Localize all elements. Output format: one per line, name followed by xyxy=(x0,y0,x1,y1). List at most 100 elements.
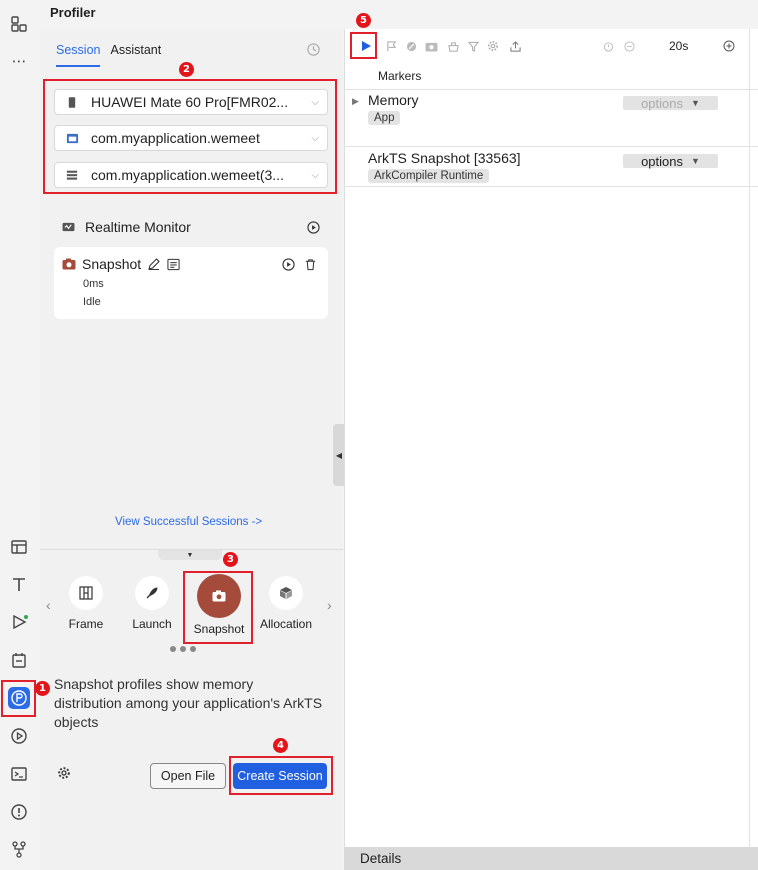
terminal-icon[interactable] xyxy=(8,763,30,785)
view-successful-sessions-link[interactable]: View Successful Sessions -> xyxy=(115,516,262,528)
create-session-button[interactable]: Create Session xyxy=(233,763,327,789)
time-scale-label: 20s xyxy=(669,39,689,53)
realtime-monitor-row[interactable]: Realtime Monitor xyxy=(62,219,320,235)
open-file-button[interactable]: Open File xyxy=(150,763,226,789)
snapshot-camera-icon xyxy=(62,258,76,270)
trash-icon[interactable] xyxy=(304,258,317,271)
text-tool-icon[interactable] xyxy=(8,573,30,595)
arkts-snapshot-track-chip: ArkCompiler Runtime xyxy=(368,169,490,183)
start-record-icon[interactable] xyxy=(282,258,295,271)
more-icon[interactable]: ⋯ xyxy=(8,50,30,72)
app-package-icon xyxy=(65,132,79,145)
realtime-monitor-label: Realtime Monitor xyxy=(85,219,191,235)
capture-icon[interactable] xyxy=(423,38,439,54)
cube-icon xyxy=(269,576,303,610)
calendar-icon[interactable] xyxy=(8,649,30,671)
device-select-value: HUAWEI Mate 60 Pro[FMR02... xyxy=(91,94,289,110)
device-select[interactable]: HUAWEI Mate 60 Pro[FMR02... ⌵ xyxy=(54,89,328,115)
edit-icon[interactable] xyxy=(147,257,161,271)
caret-down-icon: ▼ xyxy=(691,156,700,166)
process-select[interactable]: com.myapplication.wemeet(3... ⌵ xyxy=(54,162,328,188)
chevron-down-icon: ⌵ xyxy=(311,132,319,144)
problems-icon[interactable] xyxy=(8,801,30,823)
row-divider xyxy=(344,89,758,90)
timer-icon[interactable] xyxy=(600,38,616,54)
play-icon[interactable] xyxy=(358,38,374,54)
memory-options-label: options xyxy=(641,95,683,111)
tool-frame-label: Frame xyxy=(68,617,104,631)
history-icon[interactable] xyxy=(306,42,321,60)
process-icon xyxy=(65,169,79,181)
gc-icon[interactable] xyxy=(445,38,461,54)
scroll-left-icon[interactable]: ‹ xyxy=(46,597,51,613)
tool-launch-label: Launch xyxy=(132,617,172,631)
memory-track-name[interactable]: Memory xyxy=(368,92,419,108)
tool-snapshot-label: Snapshot xyxy=(193,622,245,636)
timeline-edge xyxy=(749,29,750,849)
window-title: Profiler xyxy=(50,5,96,20)
git-branch-icon[interactable] xyxy=(8,838,30,860)
tool-snapshot[interactable]: Snapshot xyxy=(187,574,251,636)
structure-icon[interactable] xyxy=(8,13,30,35)
details-label: Details xyxy=(360,851,402,866)
scroll-right-icon[interactable]: › xyxy=(327,597,332,613)
memory-track-chip: App xyxy=(368,111,401,125)
monitor-icon xyxy=(62,222,75,233)
gear-icon[interactable] xyxy=(57,766,71,783)
activity-rail: ⋯ xyxy=(0,0,40,870)
zoom-out-icon[interactable] xyxy=(621,38,637,54)
export-icon[interactable] xyxy=(507,38,523,54)
callout-badge-3: 3 xyxy=(223,552,238,567)
arkts-snapshot-track-name[interactable]: ArkTS Snapshot [33563] xyxy=(368,150,521,166)
row-divider xyxy=(344,186,758,187)
frame-icon xyxy=(69,576,103,610)
snapshot-session-card[interactable]: Snapshot 0ms Idle xyxy=(54,247,328,319)
tool-frame[interactable]: Frame xyxy=(54,576,118,631)
memory-options-dropdown[interactable]: options ▼ xyxy=(623,95,718,111)
rocket-icon xyxy=(135,576,169,610)
markers-label: Markers xyxy=(378,69,422,83)
snapshot-card-status: Idle xyxy=(83,296,101,308)
tab-assistant[interactable]: Assistant xyxy=(110,43,161,67)
settings-icon[interactable] xyxy=(485,38,501,54)
session-tabs: Session Assistant xyxy=(56,43,161,67)
filter-icon[interactable] xyxy=(465,38,481,54)
process-select-value: com.myapplication.wemeet(3... xyxy=(91,167,284,183)
caret-down-icon: ▼ xyxy=(691,98,700,108)
stop-icon[interactable] xyxy=(403,38,419,54)
zoom-in-icon[interactable] xyxy=(721,38,737,54)
camera-icon xyxy=(197,574,241,618)
caret-left-icon: ◀ xyxy=(335,450,343,460)
debug-play-icon[interactable] xyxy=(8,725,30,747)
collapse-toggle[interactable]: ▼ xyxy=(158,550,222,560)
callout-badge-1: 1 xyxy=(35,681,50,696)
phone-icon xyxy=(65,96,79,109)
callout-badge-5: 5 xyxy=(356,13,371,28)
details-panel-header[interactable]: Details xyxy=(344,847,758,870)
layout-icon[interactable] xyxy=(8,536,30,558)
tool-launch[interactable]: Launch xyxy=(120,576,184,631)
flag-icon[interactable] xyxy=(383,38,399,54)
profiler-icon[interactable] xyxy=(8,687,30,709)
chevron-down-icon: ⌵ xyxy=(311,96,319,108)
caret-down-icon: ▼ xyxy=(186,551,194,559)
tool-allocation-label: Allocation xyxy=(259,617,313,631)
session-panel xyxy=(40,29,343,870)
callout-badge-2: 2 xyxy=(179,62,194,77)
chevron-down-icon: ⌵ xyxy=(311,169,319,181)
start-monitor-icon[interactable] xyxy=(307,220,320,234)
callout-badge-4: 4 xyxy=(273,738,288,753)
app-select[interactable]: com.myapplication.wemeet ⌵ xyxy=(54,125,328,151)
details-list-icon[interactable] xyxy=(167,258,180,271)
expand-caret-icon[interactable]: ▶ xyxy=(352,96,359,107)
carousel-dots[interactable] xyxy=(170,646,196,652)
snapshot-card-title: Snapshot xyxy=(82,256,142,272)
run-icon[interactable] xyxy=(8,611,30,633)
row-divider xyxy=(344,146,758,147)
tool-allocation[interactable]: Allocation xyxy=(254,576,318,631)
tab-session[interactable]: Session xyxy=(56,43,101,67)
arkts-options-dropdown[interactable]: options ▼ xyxy=(623,153,718,169)
tool-description: Snapshot profiles show memory distributi… xyxy=(54,676,323,730)
arkts-options-label: options xyxy=(641,153,683,169)
app-select-value: com.myapplication.wemeet xyxy=(91,130,260,146)
